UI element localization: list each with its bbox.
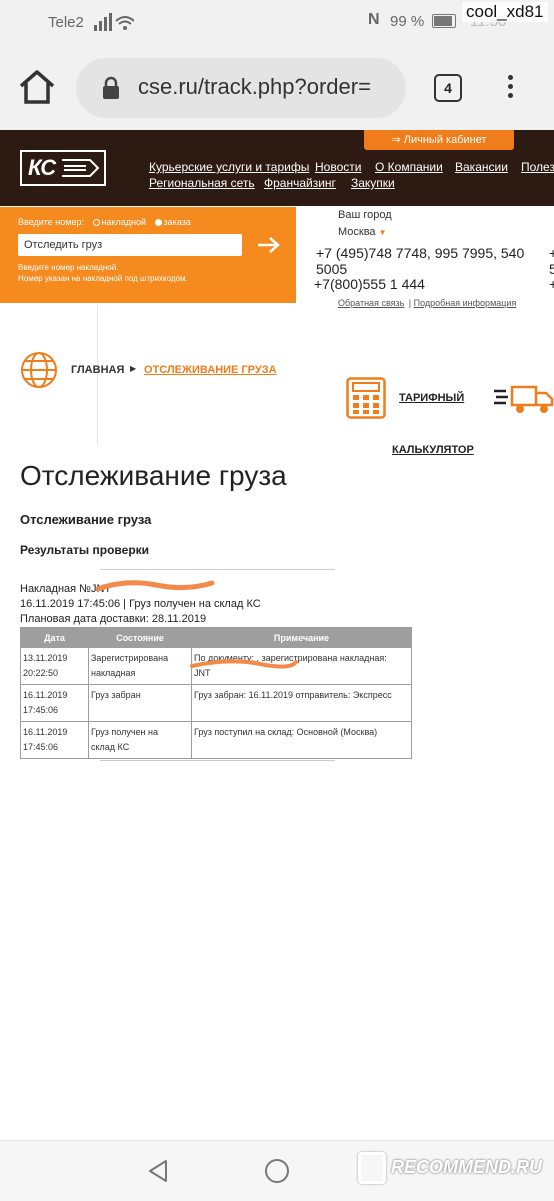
username-watermark: cool_xd81 xyxy=(462,2,548,22)
tracking-history-table: Дата Состояние Примечание 13.11.2019 20:2… xyxy=(20,627,412,759)
overflow-menu-icon[interactable] xyxy=(504,72,516,104)
cell-state: Груз получен на склад КС xyxy=(88,721,192,759)
col-date: Дата xyxy=(20,627,89,648)
section-title: Отслеживание груза xyxy=(20,512,152,527)
recommend-watermark: RECOMMEND.RU xyxy=(358,1152,546,1188)
breadcrumb-current[interactable]: ОТСЛЕЖИВАНИЕ ГРУЗА xyxy=(144,364,277,376)
home-circle-icon[interactable] xyxy=(264,1158,290,1184)
contact-links: Обратная связь | Подробная информация xyxy=(338,293,516,311)
back-icon[interactable] xyxy=(146,1159,170,1183)
url-text: cse.ru/track.php?order= xyxy=(138,74,371,99)
carrier-label: Tele2 xyxy=(48,14,84,31)
cell-date: 16.11.2019 17:45:06 xyxy=(20,721,89,759)
table-header-row: Дата Состояние Примечание xyxy=(20,627,412,648)
radio-waybill-label[interactable]: накладной xyxy=(102,217,147,227)
phone-right-1: + xyxy=(549,245,554,261)
submit-arrow-icon[interactable] xyxy=(258,237,280,253)
globe-icon xyxy=(21,352,57,388)
page-title: Отслеживание груза xyxy=(20,460,287,491)
site-logo[interactable]: КС xyxy=(20,150,106,186)
cell-date: 16.11.2019 17:45:06 xyxy=(20,684,89,722)
radio-order[interactable] xyxy=(154,219,162,227)
signal-wifi-icon xyxy=(94,13,134,31)
home-icon[interactable] xyxy=(18,69,56,105)
col-note: Примечание xyxy=(191,627,412,648)
battery-percent: 99 % xyxy=(390,13,425,30)
nav-purchases[interactable]: Закупки xyxy=(351,176,395,190)
phone-freecall[interactable]: +7(800)555 1 444 xyxy=(314,276,425,292)
feedback-link[interactable]: Обратная связь xyxy=(338,298,404,308)
nfc-icon: N xyxy=(368,11,380,28)
cell-state: Груз забран xyxy=(88,684,192,722)
city-selector[interactable]: Москва ▼ xyxy=(338,226,387,238)
results-title: Результаты проверки xyxy=(20,543,150,557)
cell-note: Груз забран: 16.11.2019 отправитель: Экс… xyxy=(191,684,412,722)
divider xyxy=(100,760,335,761)
recommend-logo-icon xyxy=(358,1152,386,1184)
tracking-number-input[interactable]: Отследить груз xyxy=(18,234,242,256)
nav-useful[interactable]: Полез xyxy=(521,160,554,174)
tabs-count-button[interactable]: 4 xyxy=(434,74,462,102)
details-link[interactable]: Подробная информация xyxy=(414,298,517,308)
col-state: Состояние xyxy=(88,627,192,648)
nav-courier-services[interactable]: Курьерские услуги и тарифы xyxy=(149,160,309,174)
address-bar[interactable]: cse.ru/track.php?order= xyxy=(76,58,406,118)
cell-note: Груз поступил на склад: Основной (Москва… xyxy=(191,721,412,759)
redaction-scribble xyxy=(96,580,215,592)
login-icon: ⇒ xyxy=(391,134,404,146)
personal-cabinet-button[interactable]: ⇒ Личный кабинет xyxy=(364,130,514,150)
tracking-hint-2: Номер указан на накладной под штрихкодом… xyxy=(18,274,188,283)
nav-news[interactable]: Новости xyxy=(315,160,361,174)
cell-state: Зарегистрирована накладная xyxy=(88,647,192,685)
phone-right-2: 5 xyxy=(549,261,554,277)
personal-cabinet-label: Личный кабинет xyxy=(403,134,487,146)
cell-date: 13.11.2019 20:22:50 xyxy=(20,647,89,685)
tracking-type-selector: Введите номер: накладной заказа xyxy=(18,217,191,227)
phone-moscow-cont: 5005 xyxy=(316,261,348,277)
status-bar: Tele2 N 99 % 11:50 cool_xd81 xyxy=(0,0,554,46)
nav-vacancies[interactable]: Вакансии xyxy=(455,160,508,174)
tracking-form: Введите номер: накладной заказа Отследит… xyxy=(0,207,296,303)
radio-waybill[interactable] xyxy=(92,219,100,227)
lock-icon xyxy=(103,76,119,99)
logo-arrow-icon xyxy=(62,159,100,177)
nav-franchising[interactable]: Франчайзинг xyxy=(264,176,336,190)
current-status: 16.11.2019 17:45:06 | Груз получен на ск… xyxy=(20,598,261,610)
logo-text: КС xyxy=(28,155,56,180)
breadcrumb-separator-icon: ▶ xyxy=(130,364,137,373)
redaction-scribble xyxy=(190,659,298,669)
planned-delivery-date: Плановая дата доставки: 28.11.2019 xyxy=(20,613,207,625)
city-label: Ваш город xyxy=(338,209,392,221)
battery-icon xyxy=(432,14,456,28)
nav-about[interactable]: О Компании xyxy=(375,160,443,174)
chevron-down-icon: ▼ xyxy=(378,228,387,237)
tracking-hint: Введите номер накладной. xyxy=(18,263,119,272)
nav-regional-network[interactable]: Региональная сеть xyxy=(149,176,255,190)
phone-moscow[interactable]: +7 (495)748 7748, 995 7995, 540 xyxy=(316,245,524,261)
site-header: ⇒ Личный кабинет КС Курьерские услуги и … xyxy=(0,130,554,206)
table-row: 16.11.2019 17:45:06 Груз получен на склад … xyxy=(20,721,412,759)
delivery-truck-icon[interactable] xyxy=(494,383,554,415)
calculator-link-1[interactable]: ТАРИФНЫЙ xyxy=(399,392,464,404)
divider xyxy=(100,569,335,570)
breadcrumb-home[interactable]: ГЛАВНАЯ xyxy=(71,364,124,376)
calculator-link-2[interactable]: КАЛЬКУЛЯТОР xyxy=(392,444,474,456)
phone-right-3: + xyxy=(549,276,554,292)
browser-toolbar: cse.ru/track.php?order= 4 xyxy=(0,46,554,130)
tracking-label: Введите номер: xyxy=(18,217,84,227)
calculator-icon[interactable] xyxy=(346,377,386,419)
city-value: Москва xyxy=(338,226,376,238)
table-row: 16.11.2019 17:45:06 Груз забран Груз забр… xyxy=(20,684,412,722)
recommend-text: RECOMMEND.RU xyxy=(391,1156,543,1177)
radio-order-label[interactable]: заказа xyxy=(164,217,191,227)
